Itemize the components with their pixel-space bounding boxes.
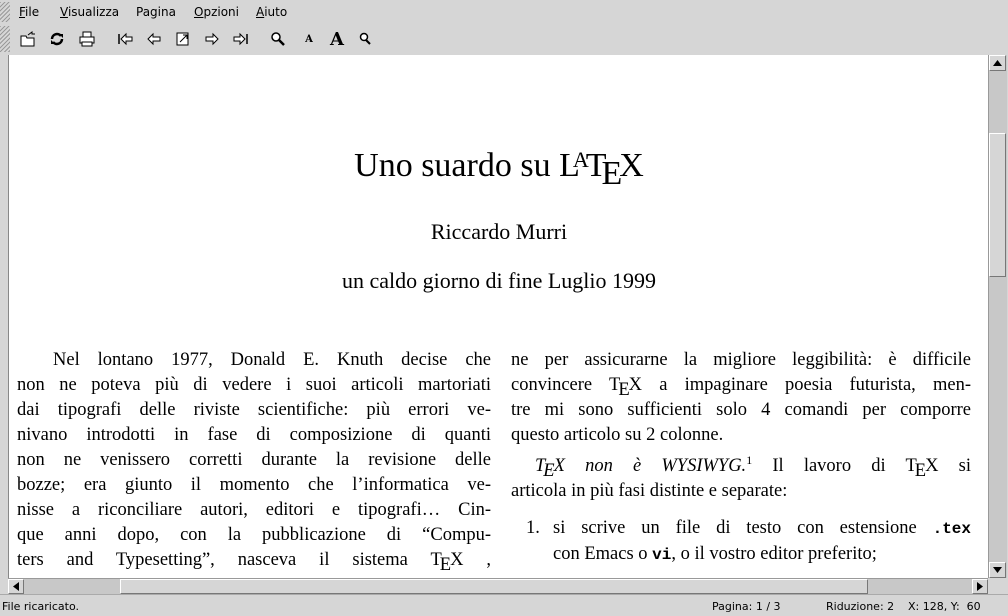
text-line: ters and Typesetting”, nasceva il sistem… <box>17 550 491 575</box>
zoom-icon[interactable] <box>267 28 289 50</box>
vertical-scrollbar[interactable] <box>988 55 1007 578</box>
column-right: ne per assicurarne la migliore leggibili… <box>511 348 971 568</box>
status-coords: X: 128, Y: 60 <box>908 600 981 613</box>
arrow-down-icon <box>993 567 1002 573</box>
open-icon[interactable] <box>17 28 39 50</box>
menu-pagina[interactable]: Pagina <box>136 5 176 19</box>
goto-page-icon[interactable] <box>172 28 194 50</box>
scrollbar-corner <box>988 578 1006 594</box>
scroll-down-button[interactable] <box>989 562 1006 578</box>
text-line: convincere TEX a impaginare poesia futur… <box>511 375 971 400</box>
status-zoom: Riduzione: 2 <box>826 600 895 613</box>
vertical-scroll-thumb[interactable] <box>989 133 1006 277</box>
document-title: Uno suardo su LATEX <box>354 147 644 192</box>
menu-opzioni[interactable]: Opzioni <box>194 5 239 19</box>
status-message: File ricaricato. <box>2 600 79 613</box>
menu-aiuto[interactable]: Aiuto <box>256 5 287 19</box>
document-page: Uno suardo su LATEX Riccardo Murri un ca… <box>9 55 989 578</box>
font-small-icon[interactable]: A <box>298 28 320 50</box>
arrow-left-icon <box>13 582 19 591</box>
column-left: Nel lontano 1977, Donald E. Knuth decise… <box>17 348 491 575</box>
toolbar: A A <box>0 24 1008 54</box>
text-line: questo articolo su 2 colonne. <box>511 425 724 445</box>
horizontal-scrollbar[interactable] <box>8 578 988 594</box>
text-line: non ne poteva più di vedere i suoi artic… <box>17 375 491 395</box>
text-line: Nel lontano 1977, Donald E. Knuth decise… <box>53 350 491 370</box>
horizontal-scroll-thumb[interactable] <box>120 579 868 594</box>
menu-visualizza[interactable]: Visualizza <box>60 5 119 19</box>
arrow-up-icon <box>993 60 1002 66</box>
last-page-icon[interactable] <box>230 28 252 50</box>
text-line: que anni dopo, con la pubblicazione di “… <box>17 525 491 545</box>
text-line: articola in più fasi distinte e separate… <box>511 481 788 502</box>
text-line: nivano introdotti in fase di composizion… <box>17 425 491 445</box>
scroll-right-button[interactable] <box>972 579 988 594</box>
toolbar-grip[interactable] <box>0 26 10 52</box>
text-line: nisse a riconciliare autori, editori e t… <box>17 500 491 520</box>
statusbar: File ricaricato. Pagina: 1 / 3 Riduzione… <box>0 594 1008 616</box>
menu-file[interactable]: File <box>19 5 39 19</box>
menubar: File Visualizza Pagina Opzioni Aiuto <box>0 0 1008 24</box>
prev-page-icon[interactable] <box>143 28 165 50</box>
reload-icon[interactable] <box>46 28 68 50</box>
text-line: TEX non è WYSIWYG.1 Il lavoro di TEX si <box>535 453 971 482</box>
arrow-right-icon <box>977 582 983 591</box>
list-gap <box>511 504 971 516</box>
print-icon[interactable] <box>76 28 98 50</box>
list-item-continuation: con Emacs o vi, o il vostro editor prefe… <box>553 544 877 565</box>
first-page-icon[interactable] <box>114 28 136 50</box>
scroll-left-button[interactable] <box>8 579 24 594</box>
font-large-icon[interactable]: A <box>326 28 348 50</box>
text-line: bozze; era giunto il momento che l’infor… <box>17 475 491 495</box>
text-line: dai tipografi delle riviste scientifiche… <box>17 400 491 420</box>
text-line: non ne venissero corretti durante la rev… <box>17 450 491 470</box>
text-line: tre mi sono sufficienti solo 4 comandi p… <box>511 400 971 420</box>
document-author: Riccardo Murri <box>430 219 568 244</box>
next-page-icon[interactable] <box>201 28 223 50</box>
status-page: Pagina: 1 / 3 <box>712 600 781 613</box>
scroll-up-button[interactable] <box>989 55 1006 71</box>
list-item: 1. si scrive un file di testo con estensi… <box>526 518 971 539</box>
find-icon[interactable] <box>354 28 376 50</box>
document-viewport[interactable]: Uno suardo su LATEX Riccardo Murri un ca… <box>8 55 989 578</box>
document-date: un caldo giorno di fine Luglio 1999 <box>341 268 657 293</box>
text-line: ne per assicurarne la migliore leggibili… <box>511 350 971 370</box>
menubar-grip[interactable] <box>0 2 10 22</box>
